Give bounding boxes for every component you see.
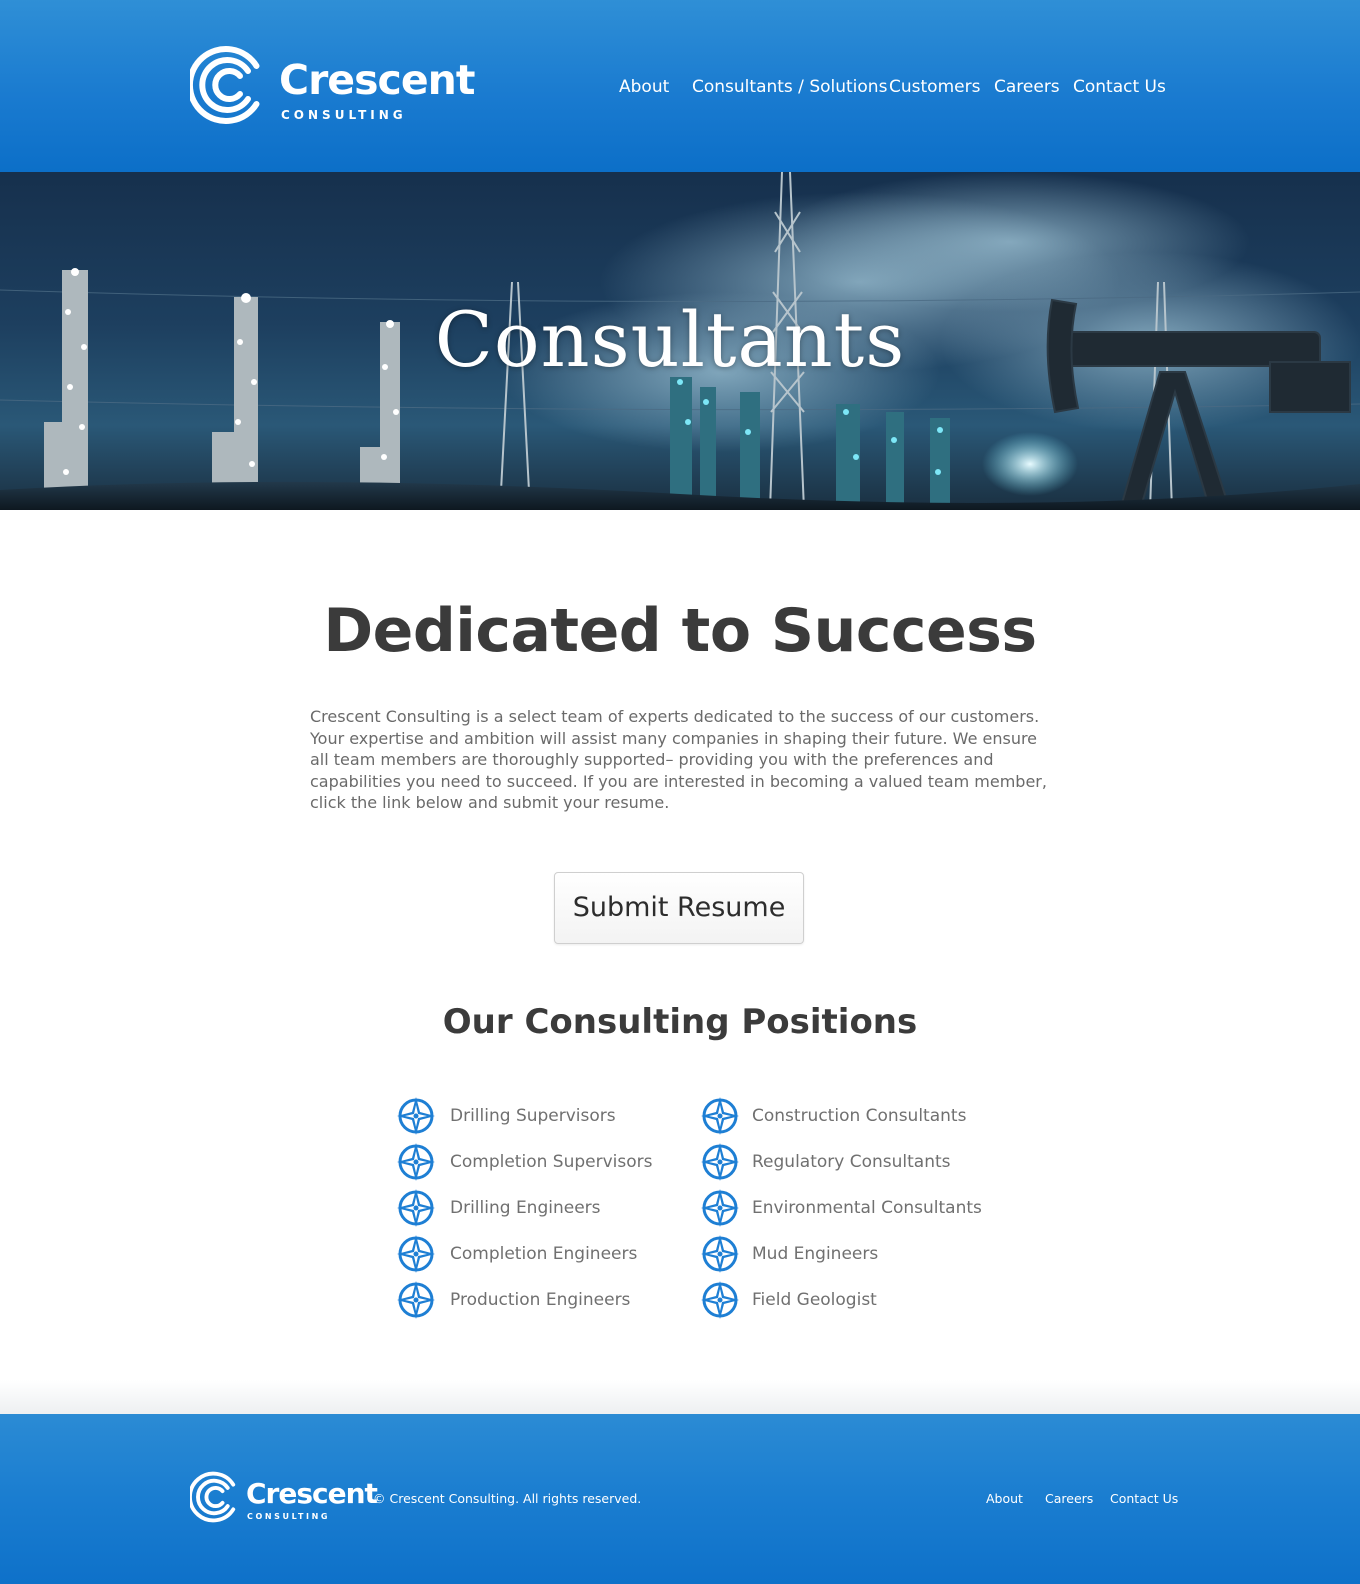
list-item: Environmental Consultants <box>700 1186 1020 1232</box>
compass-star-icon <box>701 1097 739 1135</box>
list-item: Completion Supervisors <box>396 1140 716 1186</box>
nav-careers[interactable]: Careers <box>994 74 1060 100</box>
logo-tagline: CONSULTING <box>281 108 407 122</box>
list-item: Mud Engineers <box>700 1232 1020 1278</box>
page-title: Dedicated to Success <box>323 596 1037 666</box>
position-label: Drilling Engineers <box>450 1198 601 1218</box>
list-item: Drilling Engineers <box>396 1186 716 1232</box>
list-item: Field Geologist <box>700 1278 1020 1324</box>
position-label: Environmental Consultants <box>752 1198 982 1218</box>
nav-contact-us[interactable]: Contact Us <box>1073 74 1166 100</box>
compass-star-icon <box>397 1143 435 1181</box>
position-label: Mud Engineers <box>752 1244 879 1264</box>
compass-star-icon <box>397 1097 435 1135</box>
list-item: Production Engineers <box>396 1278 716 1324</box>
hero-banner: Consultants <box>0 172 1360 510</box>
list-item: Drilling Supervisors <box>396 1094 716 1140</box>
site-header: Crescent CONSULTING About Consultants / … <box>0 0 1360 172</box>
compass-star-icon <box>701 1143 739 1181</box>
compass-star-icon <box>701 1235 739 1273</box>
positions-list-left: Drilling Supervisors Completion Supervis… <box>396 1094 716 1324</box>
hero-title: Consultants <box>434 295 906 384</box>
positions-list-right: Construction Consultants Regulatory Cons… <box>700 1094 1020 1324</box>
copyright-text: © Crescent Consulting. All rights reserv… <box>373 1491 642 1506</box>
footer-nav-contact-us[interactable]: Contact Us <box>1110 1490 1178 1508</box>
compass-star-icon <box>397 1281 435 1319</box>
crescent-logo-icon <box>190 1471 236 1523</box>
site-footer: Crescent CONSULTING © Crescent Consultin… <box>0 1414 1360 1584</box>
footer-divider-shadow <box>0 1380 1360 1414</box>
intro-paragraph: Crescent Consulting is a select team of … <box>310 707 1047 813</box>
position-label: Regulatory Consultants <box>752 1152 951 1172</box>
submit-resume-button[interactable]: Submit Resume <box>554 872 804 944</box>
position-label: Construction Consultants <box>752 1106 967 1126</box>
nav-consultants-solutions[interactable]: Consultants / Solutions <box>692 74 887 100</box>
nav-customers[interactable]: Customers <box>889 74 980 100</box>
compass-star-icon <box>397 1235 435 1273</box>
position-label: Field Geologist <box>752 1290 877 1310</box>
list-item: Completion Engineers <box>396 1232 716 1278</box>
list-item: Regulatory Consultants <box>700 1140 1020 1186</box>
footer-logo-wordmark: Crescent <box>246 1477 378 1510</box>
footer-logo-tagline: CONSULTING <box>247 1512 331 1521</box>
main-nav: About Consultants / Solutions Customers … <box>0 74 1360 100</box>
positions-heading: Our Consulting Positions <box>442 1002 918 1042</box>
position-label: Drilling Supervisors <box>450 1106 616 1126</box>
nav-about[interactable]: About <box>619 74 669 100</box>
compass-star-icon <box>701 1189 739 1227</box>
position-label: Production Engineers <box>450 1290 631 1310</box>
compass-star-icon <box>701 1281 739 1319</box>
position-label: Completion Supervisors <box>450 1152 653 1172</box>
footer-nav-about[interactable]: About <box>986 1490 1023 1508</box>
compass-star-icon <box>397 1189 435 1227</box>
footer-logo[interactable]: Crescent CONSULTING <box>190 1470 378 1526</box>
list-item: Construction Consultants <box>700 1094 1020 1140</box>
footer-nav-careers[interactable]: Careers <box>1045 1490 1093 1508</box>
position-label: Completion Engineers <box>450 1244 638 1264</box>
